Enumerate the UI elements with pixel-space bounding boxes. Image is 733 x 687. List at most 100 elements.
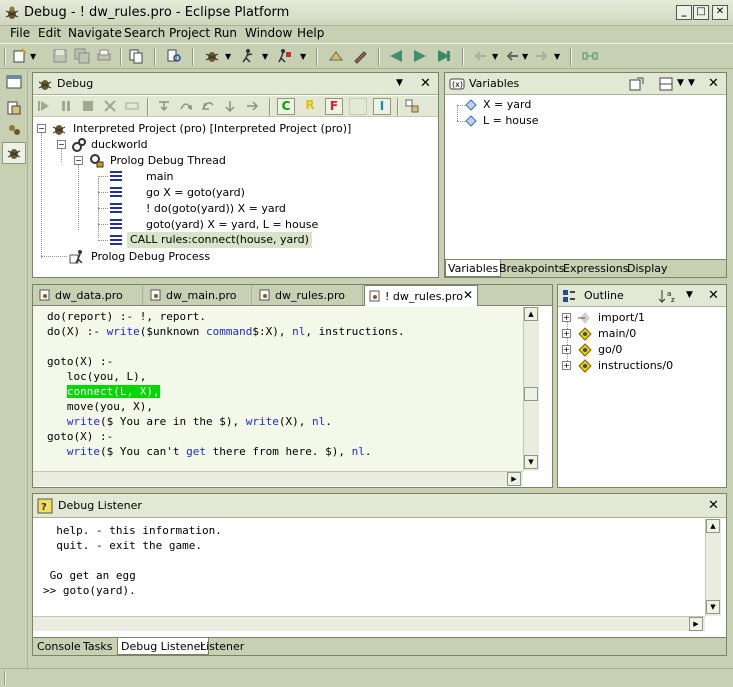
- tree-process[interactable]: Prolog Debug Process: [91, 250, 210, 263]
- expand-toggle[interactable]: +: [562, 361, 571, 370]
- open-type-icon[interactable]: [328, 48, 344, 64]
- scroll-down-button[interactable]: ▼: [706, 600, 720, 614]
- redo-port-toggle[interactable]: R: [301, 98, 319, 115]
- show-qualified-names-icon[interactable]: [405, 99, 419, 113]
- editor-tab[interactable]: dw_main.pro: [144, 285, 252, 305]
- resource-perspective-icon[interactable]: [6, 100, 22, 116]
- view-menu-icon[interactable]: ▼: [686, 290, 693, 300]
- tree-debug-target[interactable]: duckworld: [91, 138, 148, 151]
- outline-item[interactable]: import/1: [598, 311, 645, 324]
- expand-toggle[interactable]: +: [562, 329, 571, 338]
- debug-launch-icon[interactable]: [204, 48, 220, 64]
- team-perspective-icon[interactable]: [6, 122, 22, 138]
- scroll-down-button[interactable]: ▼: [524, 455, 538, 469]
- save-icon[interactable]: [52, 48, 68, 64]
- tree-launch[interactable]: Interpreted Project (pro) [Interpreted P…: [73, 122, 351, 135]
- back-disabled-icon[interactable]: [472, 48, 488, 64]
- close-outline-view-icon[interactable]: ✕: [708, 288, 719, 303]
- next-annotation-icon[interactable]: [412, 48, 428, 64]
- forward-icon[interactable]: [534, 48, 550, 64]
- stack-frame-selected[interactable]: CALL rules:connect(house, yard): [127, 232, 312, 248]
- disconnect-icon[interactable]: [103, 99, 117, 113]
- tab-breakpoints[interactable]: Breakpoints: [499, 262, 565, 275]
- debug-dropdown-arrow-icon[interactable]: ▼: [225, 52, 231, 61]
- console-vertical-scrollbar[interactable]: ▲ ▼: [705, 519, 721, 616]
- collapse-toggle[interactable]: −: [57, 140, 66, 149]
- back-dropdown-arrow-icon[interactable]: ▼: [492, 52, 498, 61]
- editor-tab[interactable]: dw_data.pro: [33, 285, 143, 305]
- editor-vertical-scrollbar[interactable]: ▲ ▼: [523, 307, 539, 471]
- stack-frame[interactable]: main: [146, 170, 173, 183]
- menu-navigate[interactable]: Navigate: [68, 26, 122, 40]
- maximize-button[interactable]: □: [693, 5, 709, 20]
- sort-alpha-icon[interactable]: az: [658, 288, 678, 304]
- expand-toggle[interactable]: +: [562, 345, 571, 354]
- editor-horizontal-scrollbar[interactable]: ▶: [33, 471, 523, 486]
- new-wizard-icon[interactable]: [12, 48, 28, 64]
- tab-debug-listener[interactable]: Debug Listener: [117, 638, 209, 655]
- view-menu-icon[interactable]: ▼: [396, 78, 403, 88]
- tree-thread[interactable]: Prolog Debug Thread: [110, 154, 226, 167]
- stack-frame[interactable]: ! do(goto(yard)) X = yard: [146, 202, 286, 215]
- exit-port-toggle[interactable]: [349, 98, 367, 115]
- tab-variables[interactable]: Variables: [445, 260, 502, 277]
- history-dropdown-arrow-icon[interactable]: ▼: [522, 52, 528, 61]
- collapse-toggle[interactable]: −: [37, 124, 46, 133]
- open-perspective-icon[interactable]: [6, 74, 22, 90]
- terminate-icon[interactable]: [81, 99, 95, 113]
- back-icon[interactable]: [504, 48, 520, 64]
- collapse-toggle[interactable]: −: [74, 156, 83, 165]
- scroll-thumb[interactable]: [524, 387, 538, 401]
- variable-item[interactable]: L = house: [483, 114, 539, 127]
- info-toggle[interactable]: I: [373, 98, 391, 115]
- tab-expressions[interactable]: Expressions: [563, 262, 628, 275]
- debug-perspective-button[interactable]: [2, 142, 26, 164]
- menu-run[interactable]: Run: [214, 26, 237, 40]
- listener-console[interactable]: help. - this information. quit. - exit t…: [33, 519, 705, 616]
- pen-edit-icon[interactable]: [352, 48, 368, 64]
- tab-display[interactable]: Display: [627, 262, 668, 275]
- variable-item[interactable]: X = yard: [483, 98, 531, 111]
- minimize-button[interactable]: _: [676, 5, 692, 20]
- drop-to-frame-icon[interactable]: [223, 99, 237, 113]
- menu-edit[interactable]: Edit: [38, 26, 61, 40]
- last-edit-icon[interactable]: [436, 48, 452, 64]
- toggle-link-icon[interactable]: [582, 48, 598, 64]
- close-editor-tab-icon[interactable]: ✕: [463, 288, 473, 302]
- remove-terminated-icon[interactable]: [125, 99, 139, 113]
- call-port-toggle[interactable]: C: [277, 98, 295, 115]
- detail-dropdown-arrow-icon[interactable]: ▼: [677, 78, 684, 88]
- scroll-right-button[interactable]: ▶: [689, 617, 703, 631]
- outline-item[interactable]: main/0: [598, 327, 636, 340]
- fail-port-toggle[interactable]: F: [325, 98, 343, 115]
- skip-icon[interactable]: [245, 99, 259, 113]
- prev-annotation-icon[interactable]: [388, 48, 404, 64]
- tab-console[interactable]: Console: [37, 640, 81, 653]
- resume-icon[interactable]: [37, 99, 51, 113]
- close-listener-view-icon[interactable]: ✕: [708, 498, 719, 513]
- menu-window[interactable]: Window: [245, 26, 292, 40]
- expand-toggle[interactable]: +: [562, 313, 571, 322]
- run-launch-icon[interactable]: [240, 48, 256, 64]
- console-horizontal-scrollbar[interactable]: ▶: [33, 616, 705, 631]
- scroll-right-button[interactable]: ▶: [507, 472, 521, 486]
- outline-item[interactable]: go/0: [598, 343, 622, 356]
- editor-tab[interactable]: dw_rules.pro: [253, 285, 363, 305]
- step-return-icon[interactable]: [201, 99, 215, 113]
- menu-help[interactable]: Help: [297, 26, 324, 40]
- step-into-icon[interactable]: [157, 99, 171, 113]
- show-detail-pane-icon[interactable]: [659, 76, 675, 92]
- new-dropdown-arrow-icon[interactable]: ▼: [30, 52, 36, 61]
- outline-item[interactable]: instructions/0: [598, 359, 673, 372]
- external-tools-dropdown-arrow-icon[interactable]: ▼: [300, 52, 306, 61]
- step-over-icon[interactable]: [179, 99, 193, 113]
- copy-icon[interactable]: [128, 48, 144, 64]
- close-window-button[interactable]: ✕: [712, 5, 728, 20]
- editor-tab-active[interactable]: ! dw_rules.pro ✕: [364, 285, 478, 306]
- scroll-up-button[interactable]: ▲: [524, 307, 538, 321]
- save-all-icon[interactable]: [74, 48, 90, 64]
- print-icon[interactable]: [96, 48, 112, 64]
- menu-search[interactable]: Search: [124, 26, 165, 40]
- stack-frame[interactable]: goto(yard) X = yard, L = house: [146, 218, 318, 231]
- suspend-icon[interactable]: [59, 99, 73, 113]
